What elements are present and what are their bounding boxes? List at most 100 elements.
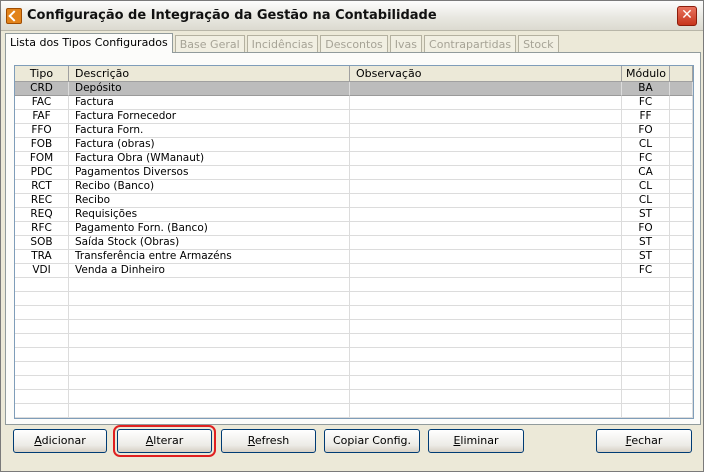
cell-modulo: ST	[622, 208, 670, 222]
types-grid[interactable]: Tipo Descrição Observação Módulo CRD Depó…	[14, 65, 694, 419]
cell-tipo: REQ	[15, 208, 69, 222]
empty-row	[15, 306, 693, 320]
cell-modulo	[622, 306, 670, 320]
copiar-config-button[interactable]: Copiar Config.	[324, 429, 420, 453]
cell-modulo	[622, 292, 670, 306]
empty-row	[15, 320, 693, 334]
cell-observacao	[350, 362, 622, 376]
table-row[interactable]: RCT Recibo (Banco) CL	[15, 180, 693, 194]
cell-modulo: CL	[622, 138, 670, 152]
table-row[interactable]: RFC Pagamento Forn. (Banco) FO	[15, 222, 693, 236]
empty-row	[15, 348, 693, 362]
cell-tipo: VDI	[15, 264, 69, 278]
cell-tipo: REC	[15, 194, 69, 208]
table-row[interactable]: FAF Factura Fornecedor FF	[15, 110, 693, 124]
cell-observacao	[350, 348, 622, 362]
cell-observacao	[350, 152, 622, 166]
cell-descricao: Factura (obras)	[69, 138, 350, 152]
cell-filler	[670, 82, 693, 96]
alterar-button[interactable]: Alterar	[113, 425, 216, 457]
cell-modulo: CL	[622, 194, 670, 208]
cell-observacao	[350, 180, 622, 194]
title-bar[interactable]: Configuração de Integração da Gestão na …	[1, 1, 703, 31]
tab-ivas[interactable]: Ivas	[389, 35, 423, 53]
cell-modulo	[622, 376, 670, 390]
cell-observacao	[350, 96, 622, 110]
cell-tipo: FOM	[15, 152, 69, 166]
tab-lista-tipos[interactable]: Lista dos Tipos Configurados	[5, 33, 173, 53]
cell-filler	[670, 390, 693, 404]
cell-observacao	[350, 124, 622, 138]
empty-row	[15, 404, 693, 418]
column-header-descricao[interactable]: Descrição	[69, 66, 350, 82]
column-header-modulo[interactable]: Módulo	[622, 66, 670, 82]
table-row[interactable]: FOB Factura (obras) CL	[15, 138, 693, 152]
close-button[interactable]: ✕	[677, 6, 697, 26]
cell-filler	[670, 334, 693, 348]
table-row[interactable]: FFO Factura Forn. FO	[15, 124, 693, 138]
column-header-observacao[interactable]: Observação	[350, 66, 622, 82]
table-row[interactable]: REQ Requisições ST	[15, 208, 693, 222]
cell-observacao	[350, 166, 622, 180]
table-row[interactable]: FAC Factura FC	[15, 96, 693, 110]
tab-descontos[interactable]: Descontos	[320, 35, 388, 53]
cell-observacao	[350, 334, 622, 348]
cell-modulo: ST	[622, 250, 670, 264]
grid-rows: CRD Depósito BA FAC Factura FC FAF Factura Forn…	[15, 82, 693, 418]
cell-observacao	[350, 110, 622, 124]
cell-tipo	[15, 278, 69, 292]
cell-modulo: CA	[622, 166, 670, 180]
cell-filler	[670, 236, 693, 250]
cell-descricao: Recibo (Banco)	[69, 180, 350, 194]
fechar-button[interactable]: Fechar	[596, 429, 692, 453]
cell-filler	[670, 96, 693, 110]
empty-row	[15, 390, 693, 404]
cell-observacao	[350, 306, 622, 320]
cell-descricao: Depósito	[69, 82, 350, 96]
app-icon	[6, 8, 22, 24]
cell-descricao	[69, 390, 350, 404]
table-row[interactable]: PDC Pagamentos Diversos CA	[15, 166, 693, 180]
cell-filler	[670, 264, 693, 278]
table-row[interactable]: VDI Venda a Dinheiro FC	[15, 264, 693, 278]
cell-descricao: Requisições	[69, 208, 350, 222]
cell-filler	[670, 222, 693, 236]
grid-header: Tipo Descrição Observação Módulo	[15, 66, 693, 82]
cell-tipo	[15, 348, 69, 362]
table-row[interactable]: CRD Depósito BA	[15, 82, 693, 96]
tab-base-geral[interactable]: Base Geral	[174, 35, 245, 53]
cell-descricao: Pagamento Forn. (Banco)	[69, 222, 350, 236]
tab-stock[interactable]: Stock	[518, 35, 559, 53]
cell-observacao	[350, 376, 622, 390]
tab-incidencias[interactable]: Incidências	[246, 35, 319, 53]
tab-contrapartidas[interactable]: Contrapartidas	[424, 35, 517, 53]
cell-filler	[670, 152, 693, 166]
cell-modulo: FF	[622, 110, 670, 124]
dialog-window: Configuração de Integração da Gestão na …	[0, 0, 704, 472]
table-row[interactable]: FOM Factura Obra (WManaut) FC	[15, 152, 693, 166]
tab-strip: Lista dos Tipos Configurados Base Geral …	[5, 33, 561, 53]
table-row[interactable]: SOB Saída Stock (Obras) ST	[15, 236, 693, 250]
cell-tipo: FOB	[15, 138, 69, 152]
empty-row	[15, 362, 693, 376]
table-row[interactable]: REC Recibo CL	[15, 194, 693, 208]
cell-descricao: Factura Forn.	[69, 124, 350, 138]
cell-modulo	[622, 348, 670, 362]
empty-row	[15, 292, 693, 306]
table-row[interactable]: TRA Transferência entre Armazéns ST	[15, 250, 693, 264]
column-header-tipo[interactable]: Tipo	[15, 66, 69, 82]
cell-observacao	[350, 222, 622, 236]
cell-descricao: Venda a Dinheiro	[69, 264, 350, 278]
cell-modulo: FC	[622, 96, 670, 110]
empty-row	[15, 278, 693, 292]
cell-modulo: FC	[622, 152, 670, 166]
eliminar-button[interactable]: Eliminar	[428, 429, 524, 453]
cell-observacao	[350, 292, 622, 306]
cell-descricao	[69, 320, 350, 334]
tab-panel: Tipo Descrição Observação Módulo CRD Depó…	[5, 52, 701, 425]
adicionar-button[interactable]: Adicionar	[13, 429, 107, 453]
cell-descricao	[69, 278, 350, 292]
cell-descricao: Transferência entre Armazéns	[69, 250, 350, 264]
refresh-button[interactable]: Refresh	[221, 429, 316, 453]
empty-row	[15, 376, 693, 390]
